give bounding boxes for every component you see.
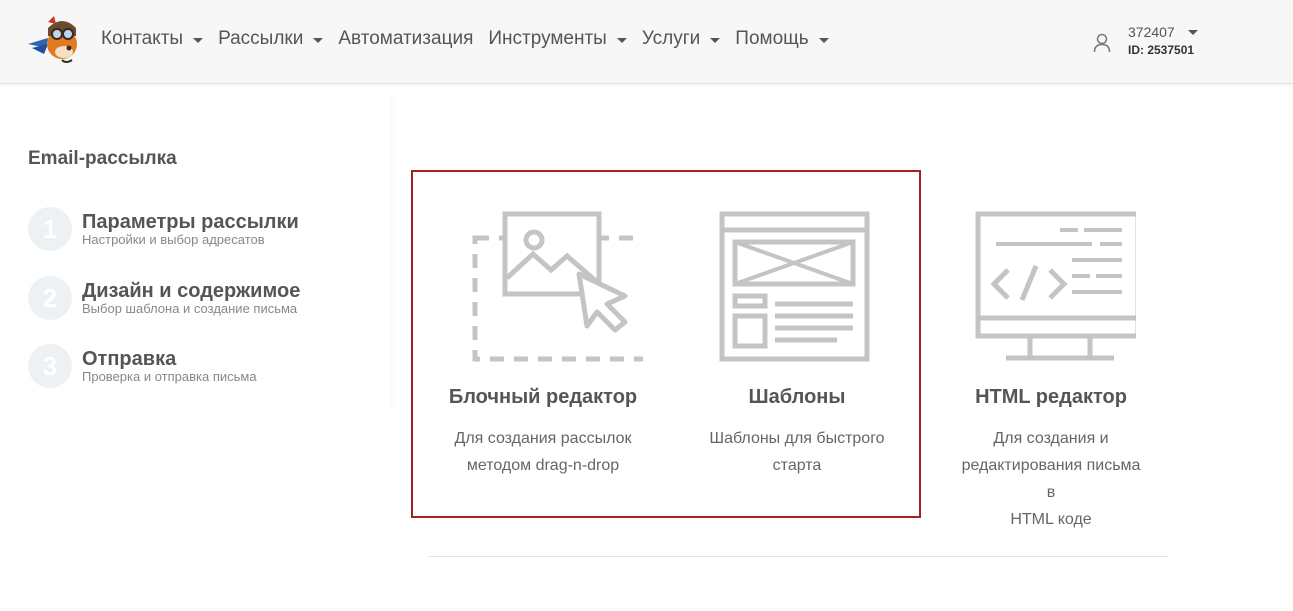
nav-automation[interactable]: Автоматизация <box>338 28 473 50</box>
option-description: Шаблоны для быстрого старта <box>702 425 892 479</box>
block-editor-icon <box>472 211 643 362</box>
option-desc-line: методом drag-n-drop <box>466 457 620 474</box>
nav-services[interactable]: Услуги <box>641 28 721 50</box>
option-html-editor[interactable]: HTML редактор Для создания и редактирова… <box>926 208 1176 528</box>
option-desc-line: Для создания и <box>993 430 1109 447</box>
option-block-editor[interactable]: Блочный редактор Для создания рассылок м… <box>418 208 668 508</box>
option-title: Блочный редактор <box>448 386 638 408</box>
account-info: 372407 ID: 2537501 <box>1128 24 1198 57</box>
chevron-down-icon <box>616 37 627 43</box>
chevron-down-icon <box>193 37 204 43</box>
option-description: Для создания рассылок методом drag-n-dro… <box>448 425 638 479</box>
option-templates[interactable]: Шаблоны Шаблоны для быстрого старта <box>672 208 922 508</box>
account-id: ID: 2537501 <box>1128 43 1195 57</box>
step-text: Отправка Проверка и отправка письма <box>82 348 257 384</box>
step-title: Отправка <box>82 348 177 370</box>
option-desc-line: старта <box>772 457 822 474</box>
step-number: 3 <box>28 344 72 388</box>
main-nav: Контакты Рассылки Автоматизация Инструме… <box>101 28 844 50</box>
option-title: Шаблоны <box>748 386 846 408</box>
step-number: 2 <box>28 276 72 320</box>
nav-label: Услуги <box>641 28 701 49</box>
option-description: Для создания и редактирования письма в H… <box>956 425 1146 533</box>
logo-dog-icon <box>28 16 77 63</box>
step-subtitle: Выбор шаблона и создание письма <box>82 301 298 316</box>
nav-tools[interactable]: Инструменты <box>488 28 627 50</box>
nav-mailings[interactable]: Рассылки <box>218 28 324 50</box>
nav-label: Инструменты <box>488 28 607 49</box>
step-text: Параметры рассылки Настройки и выбор адр… <box>82 211 299 247</box>
html-editor-icon <box>975 211 1136 361</box>
divider <box>428 556 1168 557</box>
account-number-label: 372407 <box>1128 24 1175 40</box>
nav-label: Рассылки <box>218 28 304 49</box>
chevron-down-icon <box>1187 29 1198 35</box>
option-desc-line: Для создания рассылок <box>454 430 632 447</box>
templates-icon <box>719 211 870 362</box>
option-desc-line: редактирования письма в <box>961 457 1141 501</box>
nav-contacts[interactable]: Контакты <box>101 28 204 50</box>
sidebar-title: Email-рассылка <box>28 148 177 169</box>
step-design[interactable]: 2 Дизайн и содержимое Выбор шаблона и со… <box>28 276 300 320</box>
option-desc-line: Шаблоны для быстрого <box>709 430 885 447</box>
step-subtitle: Проверка и отправка письма <box>82 369 257 384</box>
nav-label: Автоматизация <box>338 28 474 49</box>
step-subtitle: Настройки и выбор адресатов <box>82 232 265 247</box>
option-title: HTML редактор <box>975 386 1127 408</box>
step-title: Дизайн и содержимое <box>82 280 301 302</box>
nav-label: Контакты <box>101 28 184 49</box>
user-icon <box>1093 33 1111 53</box>
account-menu[interactable]: 372407 ID: 2537501 <box>1093 24 1198 57</box>
option-desc-line: HTML коде <box>1010 511 1092 528</box>
chevron-down-icon <box>313 37 324 43</box>
steps-sidebar: Email-рассылка 1 Параметры рассылки Наст… <box>0 90 390 414</box>
nav-help[interactable]: Помощь <box>735 28 829 50</box>
step-title: Параметры рассылки <box>82 211 299 233</box>
chevron-down-icon <box>710 37 721 43</box>
step-parameters[interactable]: 1 Параметры рассылки Настройки и выбор а… <box>28 207 299 251</box>
account-number: 372407 <box>1128 24 1198 40</box>
top-navbar: Контакты Рассылки Автоматизация Инструме… <box>0 0 1293 84</box>
step-text: Дизайн и содержимое Выбор шаблона и созд… <box>82 280 300 316</box>
step-number: 1 <box>28 207 72 251</box>
nav-label: Помощь <box>735 28 809 49</box>
step-send[interactable]: 3 Отправка Проверка и отправка письма <box>28 344 257 388</box>
chevron-down-icon <box>818 37 829 43</box>
logo[interactable] <box>26 14 84 64</box>
